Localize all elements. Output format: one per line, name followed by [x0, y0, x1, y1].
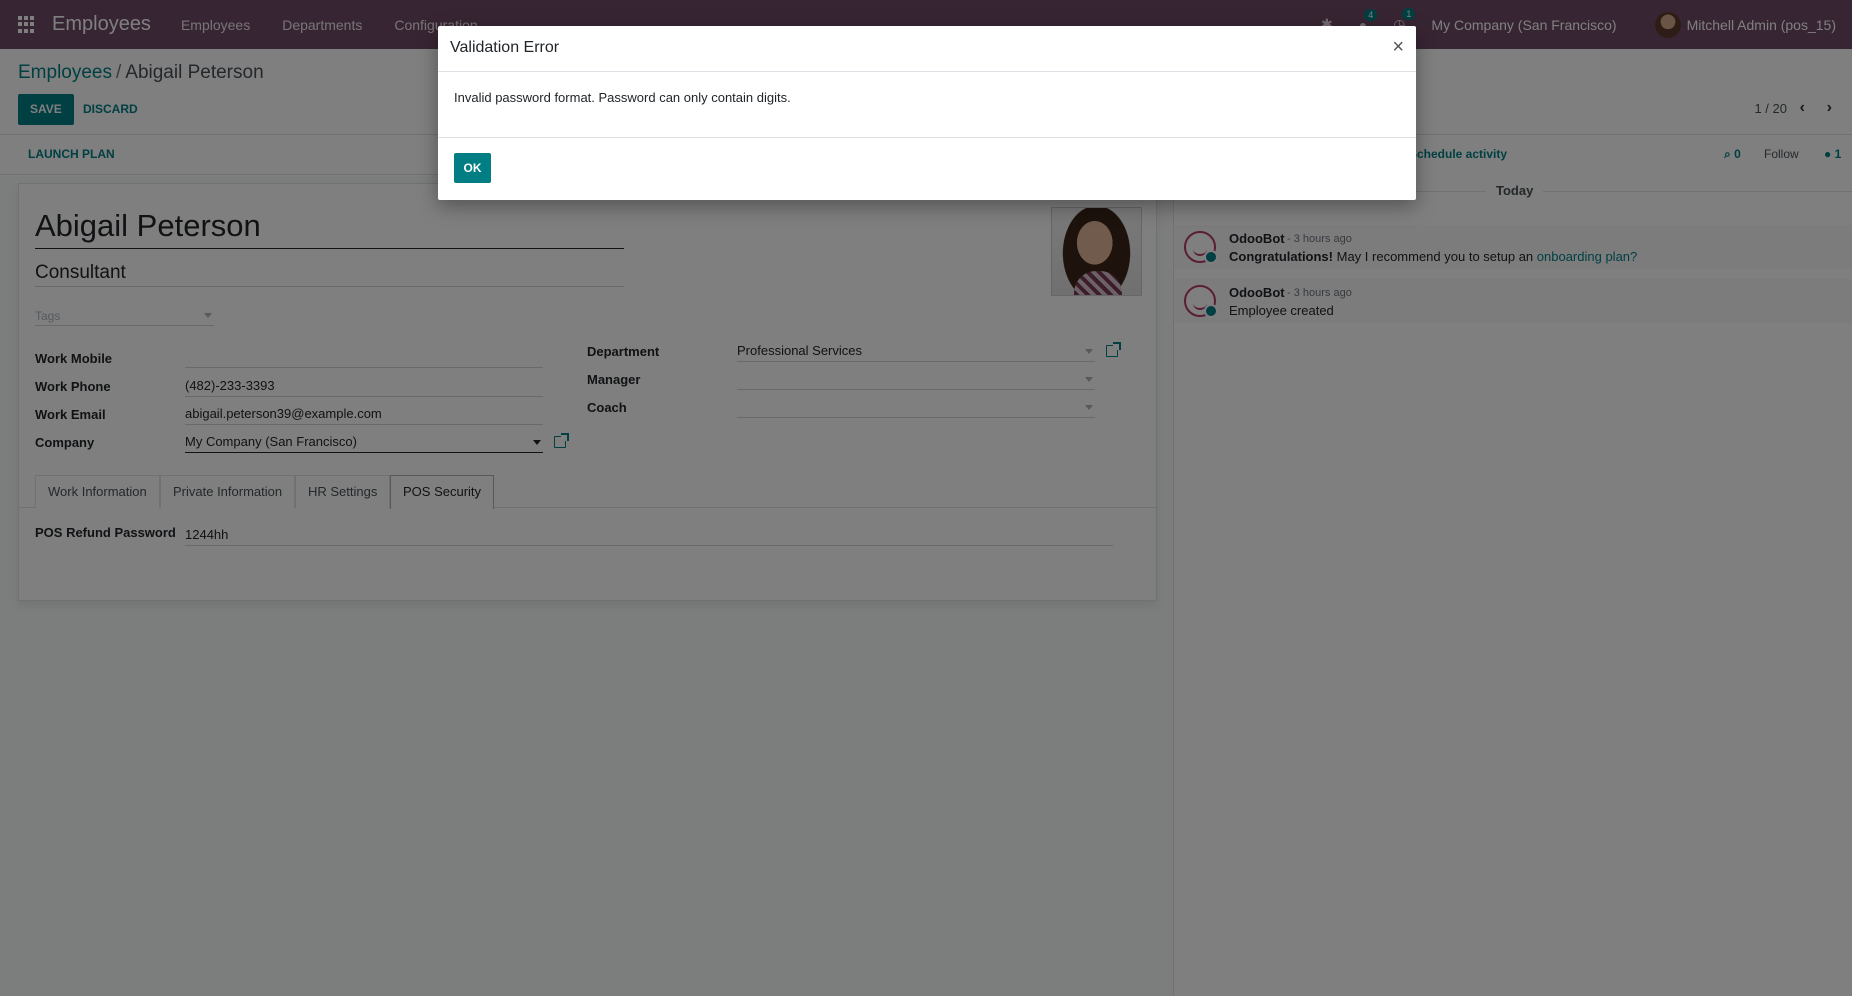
dialog-message: Invalid password format. Password can on…: [454, 90, 791, 105]
dialog-footer: OK: [438, 137, 1416, 200]
ok-button[interactable]: OK: [454, 153, 491, 183]
close-icon[interactable]: ×: [1392, 36, 1404, 59]
validation-error-dialog: Validation Error × Invalid password form…: [438, 26, 1416, 200]
dialog-header: Validation Error ×: [438, 26, 1416, 72]
dialog-title: Validation Error: [450, 39, 560, 56]
